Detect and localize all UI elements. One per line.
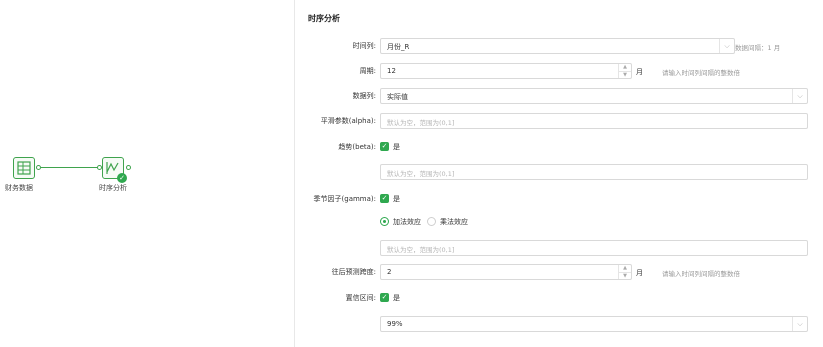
- beta-label: 趋势(beta):: [338, 143, 376, 151]
- additive-label[interactable]: 加法效应: [393, 217, 421, 227]
- table-icon: [17, 161, 31, 175]
- chevron-down-icon[interactable]: ⌵: [792, 89, 807, 103]
- gamma-effect-row: 加法效应 乘法效应: [308, 214, 813, 230]
- alpha-row: 平滑参数(alpha): 默认为空，范围为(0,1]: [308, 113, 813, 129]
- period-stepper[interactable]: 12 ▲ ▼: [380, 63, 632, 79]
- node-financial-data[interactable]: 财务数据: [5, 157, 51, 197]
- gamma-placeholder: 默认为空，范围为(0,1]: [387, 246, 455, 254]
- data-column-label: 数据列:: [352, 92, 376, 100]
- node-time-series-label: 时序分析: [99, 184, 127, 192]
- period-unit: 月: [636, 68, 643, 76]
- confidence-checkbox[interactable]: ✓: [380, 293, 389, 302]
- time-column-value: 月份_R: [387, 43, 410, 51]
- forecast-value: 2: [387, 268, 392, 276]
- forecast-unit: 月: [636, 269, 643, 277]
- confidence-select[interactable]: 99% ⌵: [380, 316, 808, 332]
- forecast-hint: 请输入时间列间隔的整数倍: [662, 270, 740, 278]
- beta-row: 趋势(beta): ✓ 是: [308, 139, 813, 155]
- node-financial-data-box[interactable]: [13, 157, 35, 179]
- workflow-canvas[interactable]: 财务数据 ✓ 时序分析: [0, 0, 294, 347]
- success-check-icon: ✓: [117, 173, 127, 183]
- settings-panel: 时序分析 时间列: 月份_R ⌵ 数据间隔：1 月 周期: 12 ▲ ▼ 月 请…: [308, 0, 813, 347]
- increment-icon[interactable]: ▲: [619, 64, 631, 71]
- period-value: 12: [387, 67, 396, 75]
- panel-divider: [294, 0, 295, 347]
- chevron-down-icon[interactable]: ⌵: [719, 39, 734, 53]
- beta-input[interactable]: 默认为空，范围为(0,1]: [380, 164, 808, 180]
- confidence-label: 置信区间:: [345, 294, 376, 302]
- confidence-checkbox-text: 是: [393, 294, 400, 302]
- beta-checkbox[interactable]: ✓: [380, 142, 389, 151]
- alpha-input[interactable]: 默认为空，范围为(0,1]: [380, 113, 808, 129]
- output-port[interactable]: [126, 165, 131, 170]
- data-interval-note: 数据间隔：1 月: [735, 44, 781, 52]
- forecast-stepper[interactable]: 2 ▲ ▼: [380, 264, 632, 280]
- beta-placeholder: 默认为空，范围为(0,1]: [387, 170, 455, 178]
- beta-value-row: 默认为空，范围为(0,1]: [308, 164, 813, 180]
- confidence-row: 置信区间: ✓ 是: [308, 290, 813, 306]
- multiplicative-radio[interactable]: [427, 217, 436, 226]
- decrement-icon[interactable]: ▼: [619, 71, 631, 79]
- confidence-value-row: 99% ⌵: [308, 316, 813, 332]
- gamma-row: 季节因子(gamma): ✓ 是: [308, 191, 813, 207]
- connection-line[interactable]: [41, 167, 99, 168]
- data-column-value: 实际值: [387, 93, 408, 101]
- gamma-input[interactable]: 默认为空，范围为(0,1]: [380, 240, 808, 256]
- forecast-stepper-buttons[interactable]: ▲ ▼: [618, 265, 631, 279]
- gamma-value-row: 默认为空，范围为(0,1]: [308, 240, 813, 256]
- alpha-placeholder: 默认为空，范围为(0,1]: [387, 119, 455, 127]
- beta-checkbox-text: 是: [393, 143, 400, 151]
- data-column-select[interactable]: 实际值 ⌵: [380, 88, 808, 104]
- period-row: 周期: 12 ▲ ▼ 月 请输入时间列间隔的整数倍: [308, 63, 813, 79]
- forecast-row: 往后预测跨度: 2 ▲ ▼ 月 请输入时间列间隔的整数倍: [308, 264, 813, 280]
- time-column-label: 时间列:: [352, 42, 376, 50]
- time-column-select[interactable]: 月份_R ⌵: [380, 38, 735, 54]
- period-stepper-buttons[interactable]: ▲ ▼: [618, 64, 631, 78]
- gamma-checkbox[interactable]: ✓: [380, 194, 389, 203]
- confidence-value: 99%: [387, 320, 403, 328]
- time-column-row: 时间列: 月份_R ⌵ 数据间隔：1 月: [308, 38, 813, 54]
- data-column-row: 数据列: 实际值 ⌵: [308, 88, 813, 104]
- period-label: 周期:: [359, 67, 376, 75]
- decrement-icon[interactable]: ▼: [619, 272, 631, 280]
- gamma-label: 季节因子(gamma):: [313, 195, 376, 203]
- node-financial-data-label: 财务数据: [5, 184, 33, 192]
- period-hint: 请输入时间列间隔的整数倍: [662, 69, 740, 77]
- chevron-down-icon[interactable]: ⌵: [792, 317, 807, 331]
- increment-icon[interactable]: ▲: [619, 265, 631, 272]
- node-time-series[interactable]: ✓ 时序分析: [97, 157, 137, 197]
- additive-radio[interactable]: [380, 217, 389, 226]
- panel-title: 时序分析: [308, 14, 340, 23]
- forecast-label: 往后预测跨度:: [331, 268, 376, 276]
- multiplicative-label[interactable]: 乘法效应: [440, 217, 468, 227]
- gamma-checkbox-text: 是: [393, 195, 400, 203]
- alpha-label: 平滑参数(alpha):: [320, 117, 376, 125]
